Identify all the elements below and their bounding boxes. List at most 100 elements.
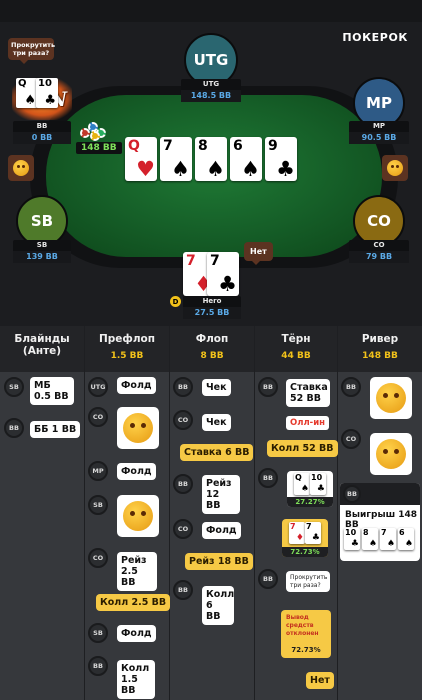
hero-hole-card-2: 7 ♣ <box>207 252 239 296</box>
action-hero-raise: Рейз 18 BB <box>185 553 253 570</box>
poker-table-area: ПОКЕРОК Прокрутить три раза? WIN Q ♠ 10 … <box>0 0 422 326</box>
river-board-card: 8 ♠ <box>362 528 378 550</box>
equity-card: Q ♠ <box>294 473 310 495</box>
sb-stack: 139 BB <box>13 251 71 263</box>
bb-equity-box: Q ♠ 10 ♣ 27.27% <box>287 471 333 507</box>
pos-badge-mp: MP <box>88 461 108 481</box>
pos-badge-bb: BB <box>173 580 193 600</box>
col-head-preflop: Префлоп 1.5 BB <box>98 333 155 361</box>
co-name-plate[interactable]: CO 79 BB <box>349 240 409 263</box>
utg-stack: 148.5 BB <box>181 90 241 102</box>
sb-name-plate[interactable]: SB 139 BB <box>13 240 71 263</box>
pos-badge-bb: BB <box>4 418 24 438</box>
action-mp-fold: Фолд <box>117 463 156 480</box>
column-divider <box>169 326 170 700</box>
equity-percent: 27.27% <box>287 497 333 507</box>
sb-name: SB <box>36 241 48 249</box>
utg-name-plate[interactable]: UTG 148.5 BB <box>181 79 241 102</box>
column-divider <box>254 326 255 700</box>
dealer-button-icon: D <box>170 296 181 307</box>
action-bb-call: Колл 1.5 BB <box>117 660 155 699</box>
board-card-5: 9 ♣ <box>265 137 297 181</box>
emoji-face-icon <box>123 413 153 443</box>
action-hero-bet: Ставка 6 BB <box>180 444 254 461</box>
col-head-river: Ривер 148 BB <box>361 333 399 361</box>
action-bb-bet: Ставка 52 BB <box>286 379 330 407</box>
hero-equity-box: 7 ♦ 7 ♣ 72.73% <box>282 519 328 557</box>
equity-card: 7 ♣ <box>305 522 321 544</box>
board-card-1: Q ♥ <box>125 137 157 181</box>
bb-emoji-bubble <box>8 155 34 181</box>
action-bb-raise: Рейз 12 BB <box>202 475 240 514</box>
river-win-card: BB Выигрыш 148 BB 10 ♣ 8 ♠ 7 ♠ 6 ♠ <box>340 483 420 561</box>
pos-badge-bb: BB <box>173 377 193 397</box>
bb-hole-card-1: Q ♠ <box>16 78 38 108</box>
pos-badge-co: CO <box>88 548 108 568</box>
allin-label: Олл-ин <box>286 416 330 430</box>
column-divider <box>337 326 338 700</box>
action-hero-no: Нет <box>306 672 334 689</box>
river-board-card: 6 ♠ <box>398 528 414 550</box>
mp-name: MP <box>372 122 386 130</box>
emoji-face-icon <box>376 383 406 413</box>
col-head-blinds: Блайнды (Анте) <box>14 333 70 357</box>
pos-badge-bb: BB <box>343 485 361 503</box>
emoji-reaction <box>117 495 159 537</box>
pos-badge-bb: BB <box>258 468 278 488</box>
pos-badge-co: CO <box>341 429 361 449</box>
pos-badge-bb: BB <box>258 377 278 397</box>
mp-emoji-bubble <box>382 155 408 181</box>
emoji-face-icon <box>13 160 29 176</box>
bb-name: BB <box>36 122 48 130</box>
pos-badge-sb: SB <box>4 377 24 397</box>
bb-hole-card-2: 10 ♣ <box>36 78 58 108</box>
board-card-4: 6 ♠ <box>230 137 262 181</box>
bb-name-plate[interactable]: BB 0 BB <box>13 121 71 144</box>
action-utg-fold: Фолд <box>117 377 156 394</box>
pot-amount: 148 BB <box>76 142 122 154</box>
board-card-3: 8 ♠ <box>195 137 227 181</box>
column-divider <box>84 326 85 700</box>
pos-badge-bb: BB <box>173 474 193 494</box>
mp-name-plate[interactable]: MP 90.5 BB <box>349 121 409 144</box>
emoji-reaction <box>117 407 159 449</box>
col-head-turn: Тёрн 44 BB <box>281 333 311 361</box>
pos-badge-utg: UTG <box>88 377 108 397</box>
action-bb-blind: ББ 1 BB <box>30 421 81 438</box>
pos-badge-co: CO <box>173 410 193 430</box>
hero-name-plate[interactable]: Hero 27.5 BB <box>183 296 241 319</box>
emoji-face-icon <box>387 160 403 176</box>
col-head-flop: Флоп 8 BB <box>195 333 229 361</box>
equity-card: 10 ♣ <box>310 473 326 495</box>
bb-speech-text: Прокрутить три раза? <box>11 41 56 57</box>
pos-badge-sb: SB <box>88 495 108 515</box>
river-board-card: 7 ♠ <box>380 528 396 550</box>
bb-speech-bubble: Прокрутить три раза? <box>8 38 56 64</box>
emoji-reaction <box>370 433 412 475</box>
emoji-reaction <box>370 377 412 419</box>
hero-speech-bubble: Нет <box>244 242 273 265</box>
pos-badge-sb: SB <box>88 623 108 643</box>
bb-stack: 0 BB <box>13 132 71 144</box>
utg-name: UTG <box>202 80 220 88</box>
co-stack: 79 BB <box>349 251 409 263</box>
equity-card: 7 ♦ <box>289 522 305 544</box>
hero-speech-text: Нет <box>250 247 267 256</box>
equity-percent: 72.73% <box>282 547 328 557</box>
pos-badge-bb: BB <box>88 656 108 676</box>
action-hero-call: Колл 52 BB <box>267 440 338 457</box>
action-bb-check: Чек <box>202 379 231 396</box>
mp-stack: 90.5 BB <box>349 132 409 144</box>
action-co-raise: Рейз 2.5 BB <box>117 552 157 591</box>
brand-logo: ПОКЕРОК <box>342 31 408 44</box>
action-sb-blind: МБ 0.5 BB <box>30 377 74 405</box>
hand-history-panel: Блайнды (Анте) Префлоп 1.5 BB Флоп 8 BB … <box>0 326 422 700</box>
board-card-2: 7 ♠ <box>160 137 192 181</box>
withdrawal-declined-note: Вывод средств отклонен 72.73% <box>281 610 331 658</box>
top-status-bar <box>0 0 422 22</box>
hero-name: Hero <box>202 297 222 305</box>
pot-chips-icon <box>80 120 110 142</box>
pos-badge-co: CO <box>173 519 193 539</box>
win-amount: Выигрыш 148 BB <box>345 510 418 530</box>
pos-badge-bb: BB <box>341 377 361 397</box>
